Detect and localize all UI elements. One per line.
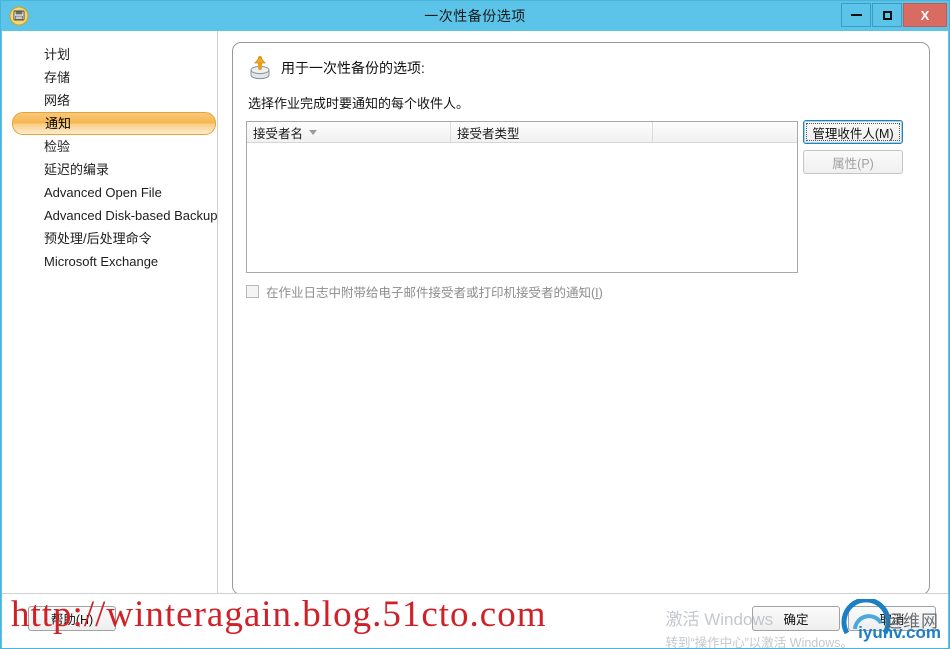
listview-header-row: 接受者名 接受者类型 (247, 122, 797, 143)
sidebar: 计划 存储 网络 通知 检验 延迟的编录 Advanced Open File … (2, 31, 218, 618)
panel-header: 用于一次性备份的选项: (233, 43, 929, 81)
listview-side-buttons: 管理收件人(M) 属性(P) (803, 120, 903, 174)
close-button[interactable]: X (903, 3, 947, 27)
manage-recipients-button[interactable]: 管理收件人(M) (803, 120, 903, 144)
sidebar-item-schedule[interactable]: 计划 (12, 43, 216, 66)
sidebar-item-pre-post-commands[interactable]: 预处理/后处理命令 (12, 227, 216, 250)
caption-button-group: X (840, 3, 947, 27)
attach-notification-checkbox[interactable] (246, 285, 259, 298)
column-header-recipient-type-label: 接受者类型 (457, 126, 520, 141)
content-panel: 用于一次性备份的选项: 选择作业完成时要通知的每个收件人。 接受者名 接受者类型 (232, 42, 930, 595)
recipients-listview[interactable]: 接受者名 接受者类型 (246, 121, 798, 273)
sidebar-item-storage[interactable]: 存储 (12, 66, 216, 89)
cancel-button[interactable]: 取消 (848, 606, 936, 631)
listview-body-empty[interactable] (247, 143, 797, 272)
ok-button[interactable]: 确定 (752, 606, 840, 631)
footer-bar: 帮助(H) 确定 取消 (2, 593, 948, 648)
column-header-blank[interactable] (653, 122, 797, 142)
backup-disk-icon (9, 6, 29, 26)
footer-button-group: 确定 取消 (752, 606, 936, 631)
sidebar-item-network[interactable]: 网络 (12, 89, 216, 112)
column-header-recipient-name-label: 接受者名 (253, 126, 304, 141)
sidebar-item-notification[interactable]: 通知 (12, 112, 216, 135)
minimize-button[interactable] (841, 3, 871, 27)
dialog-body: 计划 存储 网络 通知 检验 延迟的编录 Advanced Open File … (2, 31, 948, 618)
backup-options-icon (247, 55, 273, 81)
column-header-recipient-type[interactable]: 接受者类型 (451, 122, 653, 142)
dialog-window: 一次性备份选项 X 计划 存储 网络 通知 检验 延迟的编录 Advanced … (0, 0, 950, 649)
column-header-recipient-name[interactable]: 接受者名 (247, 122, 451, 142)
sort-descending-arrow-icon (309, 129, 318, 135)
sidebar-item-deferred-catalog[interactable]: 延迟的编录 (12, 158, 216, 181)
sidebar-item-advanced-disk-based-backup[interactable]: Advanced Disk-based Backup (12, 204, 217, 227)
checkbox-label-after: ) (598, 286, 603, 300)
panel-subtitle: 选择作业完成时要通知的每个收件人。 (248, 96, 470, 111)
attach-notification-checkbox-label: 在作业日志中附带给电子邮件接受者或打印机接受者的通知(I) (266, 282, 603, 301)
title-bar[interactable]: 一次性备份选项 X (1, 1, 949, 31)
properties-button: 属性(P) (803, 150, 903, 174)
panel-header-title: 用于一次性备份的选项: (281, 60, 425, 76)
window-title: 一次性备份选项 (424, 8, 526, 24)
attach-notification-checkbox-row[interactable]: 在作业日志中附带给电子邮件接受者或打印机接受者的通知(I) (246, 282, 603, 301)
sidebar-item-advanced-open-file[interactable]: Advanced Open File (12, 181, 216, 204)
help-button[interactable]: 帮助(H) (28, 606, 116, 631)
sidebar-item-microsoft-exchange[interactable]: Microsoft Exchange (12, 250, 216, 273)
checkbox-label-before: 在作业日志中附带给电子邮件接受者或打印机接受者的通知( (266, 286, 596, 300)
sidebar-item-verify[interactable]: 检验 (12, 135, 216, 158)
maximize-button[interactable] (872, 3, 902, 27)
